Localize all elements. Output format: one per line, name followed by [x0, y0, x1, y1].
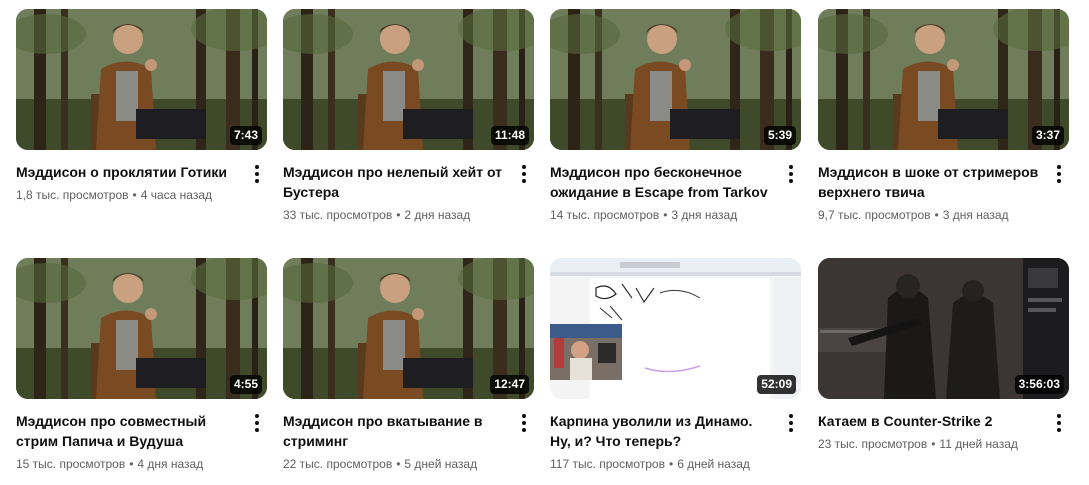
upload-age: 4 часа назад [140, 188, 213, 202]
video-card: 11:48 Мэддисон про нелепый хейт от Бусте… [283, 9, 534, 224]
video-thumbnail[interactable]: 11:48 [283, 9, 534, 150]
separator: • [931, 437, 936, 451]
video-stats: 1,8 тыс. просмотров • 4 часа назад [16, 186, 237, 204]
video-card: 3:56:03 Катаем в Counter-Strike 2 23 тыс… [818, 258, 1069, 453]
separator: • [396, 457, 401, 471]
video-thumbnail[interactable]: 3:37 [818, 9, 1069, 150]
view-count: 9,7 тыс. просмотров [818, 208, 931, 222]
view-count: 1,8 тыс. просмотров [16, 188, 129, 202]
separator: • [132, 188, 137, 202]
separator: • [668, 457, 674, 471]
video-stats: 23 тыс. просмотров • 11 дней назад [818, 435, 1039, 453]
video-grid: 7:43 Мэддисон о проклятии Готики 1,8 тыс… [0, 0, 1089, 485]
duration-badge: 3:37 [1031, 126, 1064, 145]
more-vert-icon[interactable] [514, 411, 534, 435]
view-count: 117 тыс. просмотров [550, 457, 665, 471]
video-title[interactable]: Мэддисон про нелепый хейт от Бустера [283, 162, 504, 202]
separator: • [129, 457, 134, 471]
video-card: 3:37 Мэддисон в шоке от стримеров верхне… [818, 9, 1069, 224]
video-stats: 117 тыс. просмотров • 6 дней назад [550, 455, 771, 473]
video-title[interactable]: Мэддисон про совместный стрим Папича и В… [16, 411, 237, 451]
view-count: 33 тыс. просмотров [283, 208, 393, 222]
video-title[interactable]: Катаем в Counter-Strike 2 [818, 411, 1039, 431]
upload-age: 3 дня назад [671, 208, 738, 222]
video-title[interactable]: Мэддисон о проклятии Готики [16, 162, 237, 182]
video-card: 4:55 Мэддисон про совместный стрим Папич… [16, 258, 267, 473]
video-meta: Карпина уволили из Динамо. Ну, и? Что те… [550, 399, 801, 473]
video-thumbnail[interactable]: 52:09 [550, 258, 801, 399]
duration-badge: 12:47 [490, 375, 529, 394]
more-vert-icon[interactable] [1049, 162, 1069, 186]
video-thumbnail[interactable]: 3:56:03 [818, 258, 1069, 399]
video-card: 5:39 Мэддисон про бесконечное ожидание в… [550, 9, 801, 224]
upload-age: 11 дней назад [939, 437, 1018, 451]
more-vert-icon[interactable] [781, 162, 801, 186]
video-title[interactable]: Мэддисон про бесконечное ожидание в Esca… [550, 162, 771, 202]
video-thumbnail[interactable]: 7:43 [16, 9, 267, 150]
duration-badge: 3:56:03 [1014, 375, 1064, 394]
video-stats: 9,7 тыс. просмотров • 3 дня назад [818, 206, 1039, 224]
video-meta: Мэддисон про нелепый хейт от Бустера 33 … [283, 150, 534, 224]
video-thumbnail[interactable]: 12:47 [283, 258, 534, 399]
video-meta: Мэддисон про бесконечное ожидание в Esca… [550, 150, 801, 224]
video-meta: Катаем в Counter-Strike 2 23 тыс. просмо… [818, 399, 1069, 453]
video-meta: Мэддисон о проклятии Готики 1,8 тыс. про… [16, 150, 267, 204]
video-meta: Мэддисон про вкатывание в стриминг 22 ты… [283, 399, 534, 473]
view-count: 22 тыс. просмотров [283, 457, 393, 471]
video-thumbnail[interactable]: 4:55 [16, 258, 267, 399]
video-title[interactable]: Мэддисон про вкатывание в стриминг [283, 411, 504, 451]
video-stats: 14 тыс. просмотров • 3 дня назад [550, 206, 771, 224]
view-count: 15 тыс. просмотров [16, 457, 126, 471]
duration-badge: 7:43 [229, 126, 262, 145]
video-card: 7:43 Мэддисон о проклятии Готики 1,8 тыс… [16, 9, 267, 204]
duration-badge: 11:48 [490, 126, 529, 145]
upload-age: 2 дня назад [404, 208, 471, 222]
duration-badge: 4:55 [229, 375, 262, 394]
video-stats: 15 тыс. просмотров • 4 дня назад [16, 455, 237, 473]
more-vert-icon[interactable] [247, 162, 267, 186]
video-title[interactable]: Мэддисон в шоке от стримеров верхнего тв… [818, 162, 1039, 202]
duration-badge: 5:39 [763, 126, 796, 145]
video-card: 12:47 Мэддисон про вкатывание в стриминг… [283, 258, 534, 473]
more-vert-icon[interactable] [247, 411, 267, 435]
upload-age: 6 дней назад [677, 457, 750, 471]
separator: • [396, 208, 401, 222]
upload-age: 5 дней назад [404, 457, 478, 471]
upload-age: 3 дня назад [942, 208, 1009, 222]
video-stats: 33 тыс. просмотров • 2 дня назад [283, 206, 504, 224]
video-thumbnail[interactable]: 5:39 [550, 9, 801, 150]
view-count: 14 тыс. просмотров [550, 208, 660, 222]
video-meta: Мэддисон в шоке от стримеров верхнего тв… [818, 150, 1069, 224]
more-vert-icon[interactable] [514, 162, 534, 186]
separator: • [934, 208, 939, 222]
video-card: 52:09 Карпина уволили из Динамо. Ну, и? … [550, 258, 801, 473]
more-vert-icon[interactable] [781, 411, 801, 435]
video-stats: 22 тыс. просмотров • 5 дней назад [283, 455, 504, 473]
video-meta: Мэддисон про совместный стрим Папича и В… [16, 399, 267, 473]
video-title[interactable]: Карпина уволили из Динамо. Ну, и? Что те… [550, 411, 771, 451]
upload-age: 4 дня назад [137, 457, 204, 471]
view-count: 23 тыс. просмотров [818, 437, 928, 451]
separator: • [663, 208, 668, 222]
duration-badge: 52:09 [757, 375, 796, 394]
more-vert-icon[interactable] [1049, 411, 1069, 435]
